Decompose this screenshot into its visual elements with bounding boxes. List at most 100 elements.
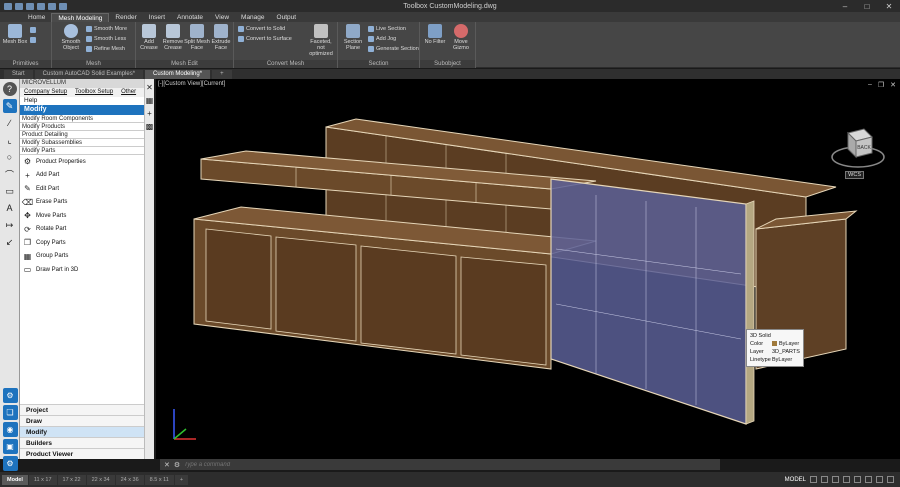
command-item[interactable]: ▭ Draw Part in 3D xyxy=(20,263,144,277)
layout-tab[interactable]: 24 x 36 xyxy=(115,474,144,485)
nav-modify[interactable]: Modify xyxy=(20,426,144,437)
open-icon[interactable] xyxy=(15,2,23,10)
snap-icon[interactable] xyxy=(821,476,828,483)
minimize-icon[interactable]: – xyxy=(834,2,856,11)
nav-builders[interactable]: Builders xyxy=(20,437,144,448)
drawing-viewport[interactable]: [-][Custom View][Current] – ❐ ✕ BACK WCS… xyxy=(156,79,900,459)
move-gizmo-button[interactable]: Move Gizmo xyxy=(448,24,474,51)
leader-icon[interactable]: ↙ xyxy=(3,235,17,249)
ribbon-tab-mesh-modeling[interactable]: Mesh Modeling xyxy=(51,13,110,22)
nav-product-viewer[interactable]: Product Viewer xyxy=(20,448,144,459)
layout-tab[interactable]: 8.5 x 11 xyxy=(144,474,174,485)
polar-icon[interactable] xyxy=(843,476,850,483)
wcs-menu[interactable]: WCS xyxy=(845,171,864,179)
layout-tab[interactable]: Model xyxy=(2,474,28,485)
command-input[interactable] xyxy=(184,461,585,468)
arc-icon[interactable]: ⌒ xyxy=(3,167,17,181)
menu-icon[interactable] xyxy=(887,476,894,483)
ribbon-tab-view[interactable]: View xyxy=(209,13,235,22)
command-item[interactable]: ⌫ Erase Parts xyxy=(20,196,144,210)
plus-icon[interactable]: + xyxy=(146,109,154,118)
text-icon[interactable]: A xyxy=(3,201,17,215)
viewcube[interactable]: BACK xyxy=(828,119,888,173)
close-icon[interactable]: ✕ xyxy=(146,83,154,92)
settings-icon[interactable]: ⚙ xyxy=(2,456,18,471)
cabinet-model-3d[interactable] xyxy=(156,79,900,459)
selected-end-panel[interactable] xyxy=(550,178,755,425)
section-plane-button[interactable]: Section Plane xyxy=(340,24,366,51)
nav-draw[interactable]: Draw xyxy=(20,415,144,426)
command-item[interactable]: ✎ Edit Part xyxy=(20,182,144,196)
smooth-object-button[interactable]: Smooth Object xyxy=(58,24,84,51)
category-item[interactable]: Modify Room Components xyxy=(20,115,144,123)
osnap-icon[interactable] xyxy=(854,476,861,483)
ribbon-tab-manage[interactable]: Manage xyxy=(235,13,271,22)
draw-icon[interactable]: ❏ xyxy=(2,405,18,420)
workspace-icon[interactable] xyxy=(876,476,883,483)
layout-tab[interactable]: 11 x 17 xyxy=(28,474,57,485)
line-icon[interactable]: ∕ xyxy=(3,116,17,130)
live-section-button[interactable]: Live Section xyxy=(368,25,406,33)
primitive-arrow-button[interactable] xyxy=(30,26,36,34)
no-filter-button[interactable]: No Filter xyxy=(422,24,448,45)
layout-tab[interactable]: 17 x 22 xyxy=(57,474,86,485)
layout-tab[interactable]: 22 x 34 xyxy=(86,474,115,485)
ribbon-tab-render[interactable]: Render xyxy=(109,13,142,22)
panel-menu-item[interactable]: Company Setup xyxy=(24,88,67,97)
save-icon[interactable]: ▩ xyxy=(146,122,154,131)
help-link[interactable]: Help xyxy=(20,97,144,105)
customize-icon[interactable]: ⚙ xyxy=(174,461,180,469)
circle-icon[interactable]: ○ xyxy=(3,150,17,164)
category-item[interactable]: Modify Parts xyxy=(20,147,144,155)
plot-icon[interactable] xyxy=(59,2,67,10)
ribbon-tab-home[interactable]: Home xyxy=(22,13,51,22)
refine-mesh-button[interactable]: Refine Mesh xyxy=(86,45,125,53)
annotation-icon[interactable] xyxy=(865,476,872,483)
command-item[interactable]: ⟳ Rotate Part xyxy=(20,223,144,237)
rectangle-icon[interactable]: ▭ xyxy=(3,184,17,198)
command-item[interactable]: ✥ Move Parts xyxy=(20,209,144,223)
document-tab[interactable]: Custom AutoCAD Solid Examples* xyxy=(34,69,144,79)
new-icon[interactable] xyxy=(4,2,12,10)
modify-icon[interactable]: ◉ xyxy=(2,422,18,437)
model-space-toggle[interactable]: MODEL xyxy=(785,477,806,483)
smooth-more-button[interactable]: Smooth More xyxy=(86,25,127,33)
ribbon-tab-insert[interactable]: Insert xyxy=(143,13,171,22)
save-icon[interactable] xyxy=(26,2,34,10)
grid-icon[interactable] xyxy=(810,476,817,483)
command-item[interactable]: ▦ Group Parts xyxy=(20,250,144,264)
faceted-not-optimized-dropdown[interactable]: Faceted, not optimized xyxy=(306,24,336,57)
primitive-arrow-button-2[interactable] xyxy=(30,36,36,44)
polyline-icon[interactable]: ⌞ xyxy=(3,133,17,147)
nav-project[interactable]: Project xyxy=(20,404,144,415)
close-icon[interactable]: ✕ xyxy=(878,2,900,11)
split-mesh-face-button[interactable]: Split Mesh Face xyxy=(184,24,210,51)
remove-crease-button[interactable]: Remove Crease xyxy=(160,24,186,51)
command-item[interactable]: ⚙ Product Properties xyxy=(20,155,144,169)
category-item[interactable]: Modify Subassemblies xyxy=(20,139,144,147)
convert-to-solid-button[interactable]: Convert to Solid xyxy=(238,25,285,33)
new-tab-button[interactable]: + xyxy=(212,69,232,79)
convert-to-surface-button[interactable]: Convert to Surface xyxy=(238,35,292,43)
panel-menu-item[interactable]: Toolbox Setup xyxy=(75,88,113,97)
add-crease-button[interactable]: Add Crease xyxy=(136,24,162,51)
pencil-icon[interactable]: ✎ xyxy=(2,99,17,113)
panel-menu-item[interactable]: Other xyxy=(121,88,136,97)
undo-icon[interactable] xyxy=(37,2,45,10)
command-item[interactable]: ❐ Copy Parts xyxy=(20,236,144,250)
properties-icon[interactable]: ▦ xyxy=(146,96,154,105)
close-icon[interactable]: ✕ xyxy=(164,461,170,469)
document-tab[interactable]: Custom Modeling* xyxy=(145,69,211,79)
mesh-box-button[interactable]: Mesh Box xyxy=(2,24,28,45)
viewcube-face-label[interactable]: BACK xyxy=(857,145,871,151)
document-tab[interactable]: Start xyxy=(4,69,33,79)
category-item[interactable]: Product Detailing xyxy=(20,131,144,139)
ribbon-tab-annotate[interactable]: Annotate xyxy=(171,13,209,22)
add-jog-button[interactable]: Add Jog xyxy=(368,35,396,43)
builders-icon[interactable]: ▣ xyxy=(2,439,18,454)
extrude-face-button[interactable]: Extrude Face xyxy=(208,24,234,51)
maximize-icon[interactable]: □ xyxy=(856,2,878,11)
ribbon-tab-output[interactable]: Output xyxy=(271,13,303,22)
ortho-icon[interactable] xyxy=(832,476,839,483)
command-item[interactable]: + Add Part xyxy=(20,169,144,183)
